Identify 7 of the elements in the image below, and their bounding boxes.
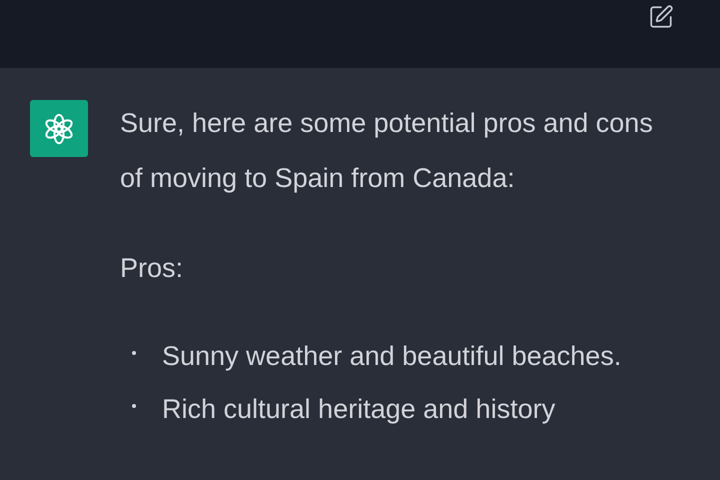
message-paragraph: Pros: xyxy=(120,252,184,285)
bullet-text: Sunny weather and beautiful beaches. xyxy=(162,340,622,373)
bullet-icon xyxy=(132,351,136,355)
message-paragraph: Sure, here are some potential pros and cons of moving to Spain from Canada: xyxy=(120,107,654,195)
bullet-text: Rich cultural heritage and history xyxy=(162,393,556,426)
edit-icon xyxy=(648,4,674,30)
bullet-icon xyxy=(132,404,136,408)
